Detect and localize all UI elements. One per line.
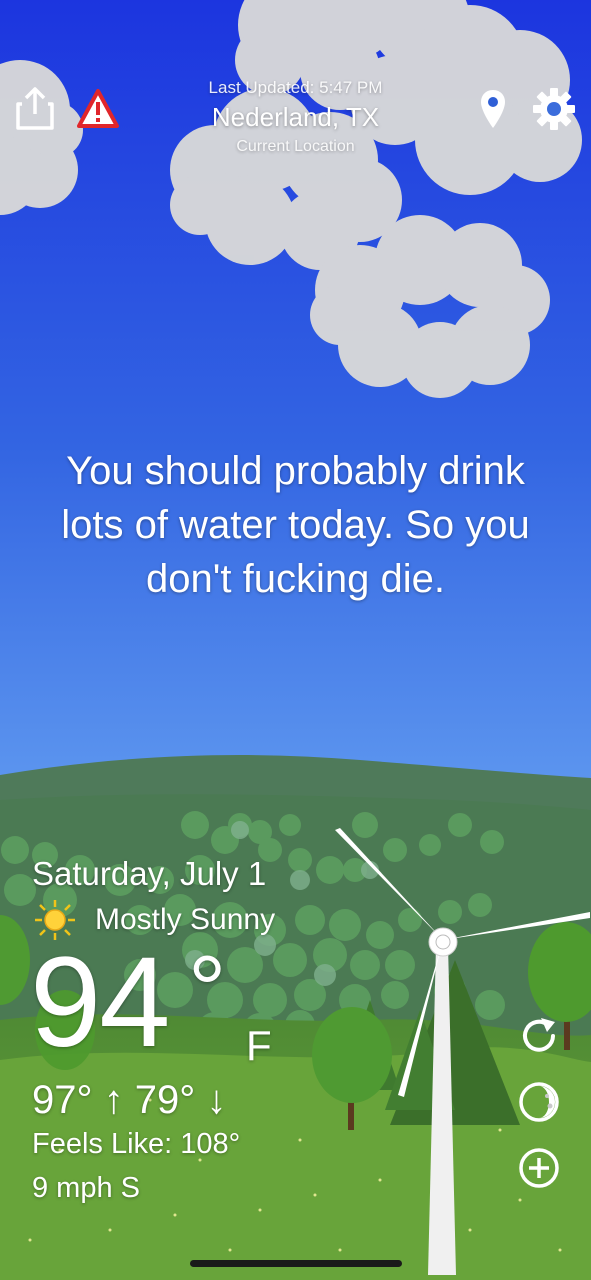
add-circle-icon — [519, 1148, 559, 1188]
add-location-button[interactable] — [517, 1146, 561, 1190]
high-low-temperature: 97° ↑ 79° ↓ — [32, 1078, 227, 1122]
refresh-icon — [523, 1018, 555, 1052]
degree-symbol: ° — [188, 936, 227, 1043]
weather-message: You should probably drink lots of water … — [61, 449, 530, 601]
wind-label: 9 mph S — [32, 1172, 140, 1204]
forecast-date: Saturday, July 1 — [32, 855, 267, 892]
settings-button[interactable] — [532, 87, 576, 131]
current-temperature: 94 — [30, 931, 170, 1074]
feels-like-label: Feels Like: 108° — [32, 1128, 241, 1160]
moon-icon — [519, 1082, 559, 1122]
temperature-unit[interactable]: F — [246, 1022, 272, 1070]
location-button[interactable] — [479, 88, 507, 130]
moon-phase-button[interactable] — [517, 1080, 561, 1124]
map-pin-icon — [481, 90, 505, 128]
location-subtitle: Current Location — [236, 138, 355, 155]
gear-icon — [533, 88, 575, 130]
refresh-button[interactable] — [517, 1014, 561, 1058]
home-indicator[interactable] — [190, 1260, 402, 1267]
